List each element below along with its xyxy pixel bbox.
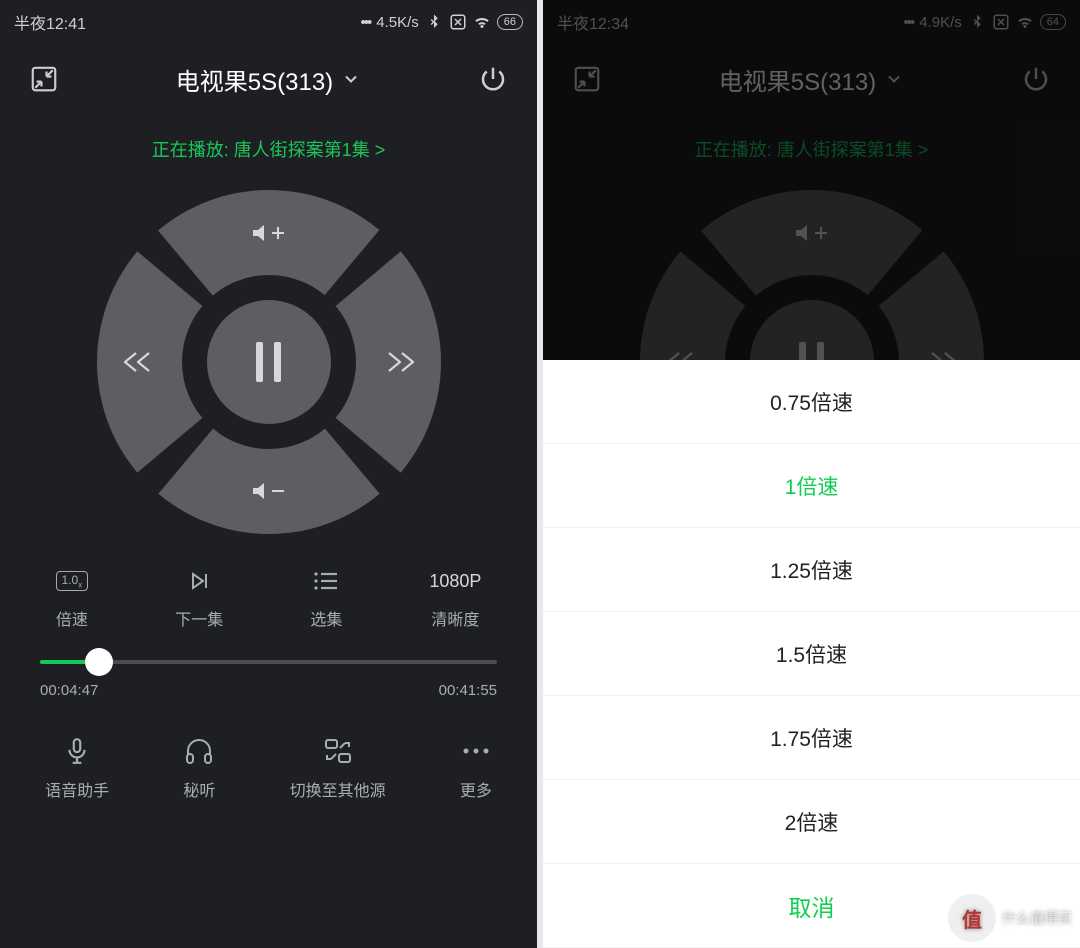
dpad xyxy=(97,190,441,534)
chevron-down-icon xyxy=(341,69,361,89)
headphones-icon xyxy=(184,737,214,765)
minimize-button[interactable] xyxy=(24,59,64,99)
next-label: 下一集 xyxy=(175,606,223,630)
more-label: 更多 xyxy=(460,777,492,801)
speed-sheet: 0.75倍速1倍速1.25倍速1.5倍速1.75倍速2倍速取消 xyxy=(543,360,1080,948)
time-total: 00:41:55 xyxy=(439,682,497,699)
wifi-icon xyxy=(473,13,491,31)
remote-screen: 半夜12:41 ••• 4.5K/s 66 电视果5S(313) 正在播放: 唐… xyxy=(0,0,537,948)
status-icons: ••• 4.5K/s 66 xyxy=(360,13,523,31)
quality-value: 1080P xyxy=(429,568,481,594)
app-header: 电视果5S(313) xyxy=(543,44,1080,114)
controls-row: 1.0x 倍速 下一集 选集 1080P 清晰度 xyxy=(0,568,537,630)
speed-option[interactable]: 1.25倍速 xyxy=(543,528,1080,612)
quality-button[interactable]: 1080P 清晰度 xyxy=(429,568,481,630)
progress-slider[interactable] xyxy=(40,660,497,664)
watermark-text: 什么值得买 xyxy=(1002,908,1072,928)
switch-source-button[interactable]: 切换至其他源 xyxy=(290,737,386,801)
speed-option[interactable]: 2倍速 xyxy=(543,780,1080,864)
voice-assistant-button[interactable]: 语音助手 xyxy=(45,737,109,801)
app-header: 电视果5S(313) xyxy=(0,44,537,114)
battery-level: 64 xyxy=(1040,14,1066,30)
speed-option[interactable]: 0.75倍速 xyxy=(543,360,1080,444)
power-button[interactable] xyxy=(473,59,513,99)
more-icon xyxy=(461,737,491,765)
next-episode-button[interactable]: 下一集 xyxy=(175,568,223,630)
wifi-icon xyxy=(1016,13,1034,31)
mic-icon xyxy=(64,737,90,765)
forward-icon xyxy=(383,349,417,375)
next-icon xyxy=(187,568,211,594)
switch-label: 切换至其他源 xyxy=(290,777,386,801)
speed-icon: 1.0x xyxy=(56,568,89,594)
volume-up-icon xyxy=(249,218,289,248)
episodes-label: 选集 xyxy=(310,606,342,630)
watermark: 值 什么值得买 xyxy=(948,894,1072,942)
now-playing-link[interactable]: 正在播放: 唐人街探案第1集 > xyxy=(543,114,1080,176)
status-net-speed: 4.5K/s xyxy=(376,14,419,31)
speed-sheet-screen: 半夜12:34 ••• 4.9K/s 64 电视果5S(313) 正在播放: 唐… xyxy=(543,0,1080,948)
more-button[interactable]: 更多 xyxy=(460,737,492,801)
secret-listen-button[interactable]: 秘听 xyxy=(183,737,215,801)
bluetooth-icon xyxy=(425,13,443,31)
voice-label: 语音助手 xyxy=(45,777,109,801)
box-x-icon xyxy=(992,13,1010,31)
status-net-speed: 4.9K/s xyxy=(919,14,962,31)
speed-option[interactable]: 1.75倍速 xyxy=(543,696,1080,780)
speed-option[interactable]: 1.5倍速 xyxy=(543,612,1080,696)
now-playing-link[interactable]: 正在播放: 唐人街探案第1集 > xyxy=(0,114,537,176)
episodes-button[interactable]: 选集 xyxy=(310,568,342,630)
progress-area: 00:04:47 00:41:55 xyxy=(0,660,537,699)
device-selector[interactable]: 电视果5S(313) xyxy=(176,62,361,97)
minimize-button[interactable] xyxy=(567,59,607,99)
status-time: 半夜12:34 xyxy=(557,10,629,34)
listen-label: 秘听 xyxy=(183,777,215,801)
bottom-row: 语音助手 秘听 切换至其他源 更多 xyxy=(0,737,537,801)
device-title: 电视果5S(313) xyxy=(176,62,333,97)
device-title: 电视果5S(313) xyxy=(719,62,876,97)
status-bar: 半夜12:34 ••• 4.9K/s 64 xyxy=(543,0,1080,44)
time-current: 00:04:47 xyxy=(40,682,98,699)
play-pause-button[interactable] xyxy=(207,300,331,424)
list-icon xyxy=(313,568,339,594)
status-bar: 半夜12:41 ••• 4.5K/s 66 xyxy=(0,0,537,44)
rewind-icon xyxy=(121,349,155,375)
volume-down-icon xyxy=(249,476,289,506)
battery-level: 66 xyxy=(497,14,523,30)
quality-label: 清晰度 xyxy=(431,606,479,630)
speed-label: 倍速 xyxy=(56,606,88,630)
power-button[interactable] xyxy=(1016,59,1056,99)
status-time: 半夜12:41 xyxy=(14,10,86,34)
device-selector[interactable]: 电视果5S(313) xyxy=(719,62,904,97)
volume-up-icon xyxy=(792,218,832,248)
speed-button[interactable]: 1.0x 倍速 xyxy=(56,568,89,630)
bluetooth-icon xyxy=(968,13,986,31)
switch-icon xyxy=(323,737,353,765)
watermark-badge: 值 xyxy=(948,894,996,942)
box-x-icon xyxy=(449,13,467,31)
chevron-down-icon xyxy=(884,69,904,89)
speed-option[interactable]: 1倍速 xyxy=(543,444,1080,528)
status-icons: ••• 4.9K/s 64 xyxy=(903,13,1066,31)
pause-icon xyxy=(256,342,281,382)
